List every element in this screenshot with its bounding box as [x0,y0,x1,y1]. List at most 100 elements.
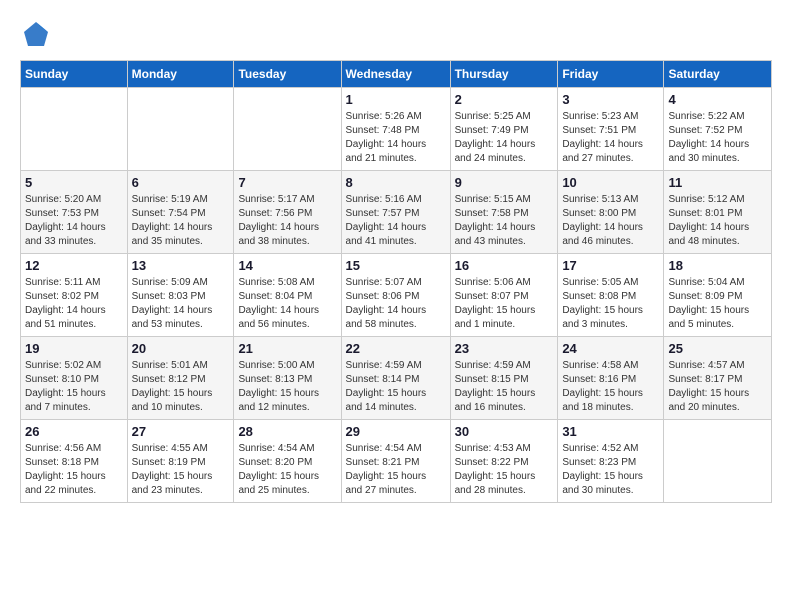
day-number: 30 [455,424,554,439]
day-info: Sunrise: 4:59 AM Sunset: 8:15 PM Dayligh… [455,359,554,415]
day-info: Sunrise: 5:19 AM Sunset: 7:54 PM Dayligh… [132,193,230,249]
day-number: 5 [25,175,123,190]
day-info: Sunrise: 4:58 AM Sunset: 8:16 PM Dayligh… [562,359,659,415]
calendar-cell: 29 Sunrise: 4:54 AM Sunset: 8:21 PM Dayli… [341,420,450,503]
day-number: 24 [562,341,659,356]
calendar-cell: 9Sunrise: 5:15 AM Sunset: 7:58 PM Daylig… [450,171,558,254]
day-number: 3 [562,92,659,107]
day-of-week-header: Monday [127,61,234,88]
day-of-week-header: Friday [558,61,664,88]
calendar-cell: 17 Sunrise: 5:05 AM Sunset: 8:08 PM Dayli… [558,254,664,337]
logo [20,18,56,50]
day-info: Sunrise: 5:20 AM Sunset: 7:53 PM Dayligh… [25,193,123,249]
day-number: 18 [668,258,767,273]
day-info: Sunrise: 5:00 AM Sunset: 8:13 PM Dayligh… [238,359,336,415]
day-of-week-header: Tuesday [234,61,341,88]
calendar-cell: 5 Sunrise: 5:20 AM Sunset: 7:53 PM Daylig… [21,171,128,254]
day-of-week-header: Thursday [450,61,558,88]
day-number: 21 [238,341,336,356]
calendar-cell [127,88,234,171]
day-of-week-header: Saturday [664,61,772,88]
day-number: 25 [668,341,767,356]
day-number: 1 [346,92,446,107]
day-number: 16 [455,258,554,273]
logo-icon [20,18,52,50]
day-info: Sunrise: 5:02 AM Sunset: 8:10 PM Dayligh… [25,359,123,415]
day-number: 4 [668,92,767,107]
calendar-week-row: 19 Sunrise: 5:02 AM Sunset: 8:10 PM Dayli… [21,337,772,420]
day-info: Sunrise: 5:26 AM Sunset: 7:48 PM Dayligh… [346,110,446,166]
day-info: Sunrise: 5:05 AM Sunset: 8:08 PM Dayligh… [562,276,659,332]
day-number: 15 [346,258,446,273]
day-info: Sunrise: 5:23 AM Sunset: 7:51 PM Dayligh… [562,110,659,166]
calendar-cell: 1 Sunrise: 5:26 AM Sunset: 7:48 PM Daylig… [341,88,450,171]
day-number: 12 [25,258,123,273]
day-number: 20 [132,341,230,356]
calendar-cell [21,88,128,171]
day-info: Sunrise: 5:01 AM Sunset: 8:12 PM Dayligh… [132,359,230,415]
day-info: Sunrise: 4:55 AM Sunset: 8:19 PM Dayligh… [132,442,230,498]
day-info: Sunrise: 4:57 AM Sunset: 8:17 PM Dayligh… [668,359,767,415]
day-number: 22 [346,341,446,356]
calendar-cell: 21 Sunrise: 5:00 AM Sunset: 8:13 PM Dayli… [234,337,341,420]
calendar-cell: 12 Sunrise: 5:11 AM Sunset: 8:02 PM Dayli… [21,254,128,337]
calendar-cell: 31 Sunrise: 4:52 AM Sunset: 8:23 PM Dayli… [558,420,664,503]
day-info: Sunrise: 4:53 AM Sunset: 8:22 PM Dayligh… [455,442,554,498]
calendar-cell: 30 Sunrise: 4:53 AM Sunset: 8:22 PM Dayli… [450,420,558,503]
day-number: 10 [562,175,659,190]
day-info: Sunrise: 5:11 AM Sunset: 8:02 PM Dayligh… [25,276,123,332]
day-number: 8 [346,175,446,190]
day-number: 11 [668,175,767,190]
calendar-cell: 22 Sunrise: 4:59 AM Sunset: 8:14 PM Dayli… [341,337,450,420]
day-info: Sunrise: 4:56 AM Sunset: 8:18 PM Dayligh… [25,442,123,498]
day-number: 6 [132,175,230,190]
day-number: 9 [455,175,554,190]
day-number: 31 [562,424,659,439]
day-number: 29 [346,424,446,439]
calendar-cell: 18 Sunrise: 5:04 AM Sunset: 8:09 PM Dayli… [664,254,772,337]
calendar-cell: 24 Sunrise: 4:58 AM Sunset: 8:16 PM Dayli… [558,337,664,420]
day-number: 7 [238,175,336,190]
calendar-week-row: 5 Sunrise: 5:20 AM Sunset: 7:53 PM Daylig… [21,171,772,254]
day-info: Sunrise: 4:54 AM Sunset: 8:21 PM Dayligh… [346,442,446,498]
calendar-cell: 16 Sunrise: 5:06 AM Sunset: 8:07 PM Dayli… [450,254,558,337]
day-number: 13 [132,258,230,273]
day-number: 17 [562,258,659,273]
day-number: 27 [132,424,230,439]
calendar-cell: 3 Sunrise: 5:23 AM Sunset: 7:51 PM Daylig… [558,88,664,171]
calendar-cell: 20 Sunrise: 5:01 AM Sunset: 8:12 PM Dayli… [127,337,234,420]
day-info: Sunrise: 5:04 AM Sunset: 8:09 PM Dayligh… [668,276,767,332]
day-info: Sunrise: 5:22 AM Sunset: 7:52 PM Dayligh… [668,110,767,166]
calendar-cell: 10 Sunrise: 5:13 AM Sunset: 8:00 PM Dayli… [558,171,664,254]
calendar-week-row: 12 Sunrise: 5:11 AM Sunset: 8:02 PM Dayli… [21,254,772,337]
calendar-cell [234,88,341,171]
day-info: Sunrise: 5:06 AM Sunset: 8:07 PM Dayligh… [455,276,554,332]
day-info: Sunrise: 5:13 AM Sunset: 8:00 PM Dayligh… [562,193,659,249]
calendar-cell: 26 Sunrise: 4:56 AM Sunset: 8:18 PM Dayli… [21,420,128,503]
calendar-cell: 19 Sunrise: 5:02 AM Sunset: 8:10 PM Dayli… [21,337,128,420]
day-of-week-header: Sunday [21,61,128,88]
calendar-header-row: SundayMondayTuesdayWednesdayThursdayFrid… [21,61,772,88]
day-info: Sunrise: 4:54 AM Sunset: 8:20 PM Dayligh… [238,442,336,498]
day-info: Sunrise: 4:52 AM Sunset: 8:23 PM Dayligh… [562,442,659,498]
calendar-cell: 7 Sunrise: 5:17 AM Sunset: 7:56 PM Daylig… [234,171,341,254]
calendar-cell: 4 Sunrise: 5:22 AM Sunset: 7:52 PM Daylig… [664,88,772,171]
day-number: 26 [25,424,123,439]
day-info: Sunrise: 5:12 AM Sunset: 8:01 PM Dayligh… [668,193,767,249]
calendar-cell: 6 Sunrise: 5:19 AM Sunset: 7:54 PM Daylig… [127,171,234,254]
day-info: Sunrise: 4:59 AM Sunset: 8:14 PM Dayligh… [346,359,446,415]
day-number: 28 [238,424,336,439]
calendar-cell: 11 Sunrise: 5:12 AM Sunset: 8:01 PM Dayli… [664,171,772,254]
day-number: 14 [238,258,336,273]
calendar-week-row: 1 Sunrise: 5:26 AM Sunset: 7:48 PM Daylig… [21,88,772,171]
day-info: Sunrise: 5:17 AM Sunset: 7:56 PM Dayligh… [238,193,336,249]
calendar-table: SundayMondayTuesdayWednesdayThursdayFrid… [20,60,772,503]
header [20,18,772,50]
day-number: 19 [25,341,123,356]
calendar-cell: 8 Sunrise: 5:16 AM Sunset: 7:57 PM Daylig… [341,171,450,254]
day-info: Sunrise: 5:16 AM Sunset: 7:57 PM Dayligh… [346,193,446,249]
calendar-cell: 13Sunrise: 5:09 AM Sunset: 8:03 PM Dayli… [127,254,234,337]
day-info: Sunrise: 5:25 AM Sunset: 7:49 PM Dayligh… [455,110,554,166]
day-number: 2 [455,92,554,107]
calendar-cell: 15Sunrise: 5:07 AM Sunset: 8:06 PM Dayli… [341,254,450,337]
